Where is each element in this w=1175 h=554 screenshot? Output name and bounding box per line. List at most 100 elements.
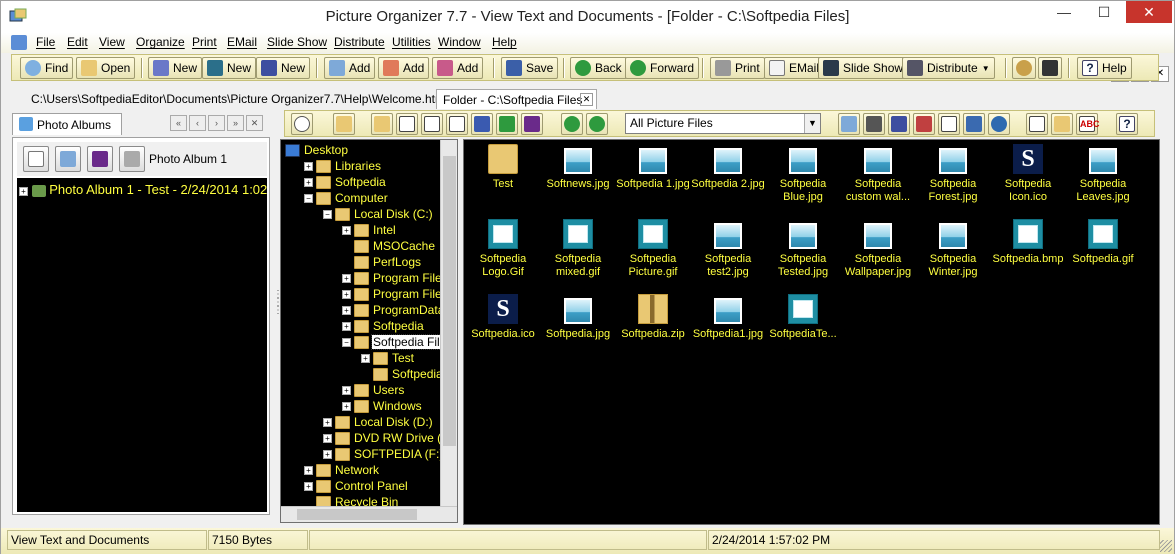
file-item[interactable]: Softpedia custom wal... (840, 144, 916, 204)
panel-splitter[interactable]: ⋮ ⋮ ⋮ (273, 290, 283, 331)
details-view-button[interactable] (446, 113, 468, 135)
expand-icon[interactable]: + (342, 321, 351, 331)
expand-icon[interactable]: + (342, 385, 351, 395)
file-item[interactable]: Test (465, 144, 541, 191)
close-button[interactable]: ✕ (1126, 1, 1172, 23)
add-distribution-button[interactable]: Add (432, 57, 484, 79)
panel-close-icon[interactable]: ✕ (246, 115, 263, 131)
file-item[interactable]: Softnews.jpg (540, 144, 616, 191)
file-item[interactable]: Softpedia 1.jpg (615, 144, 691, 191)
add-slideshow-button[interactable]: Add (378, 57, 430, 79)
tools-button[interactable] (1038, 57, 1062, 79)
tree-node[interactable]: + Local Disk (D:) (323, 414, 434, 430)
menu-distribute[interactable]: Distribute (334, 35, 385, 49)
menu-help[interactable]: Help (492, 35, 517, 49)
folder-forward-button[interactable] (586, 113, 608, 135)
file-item[interactable]: SoftpediaTe... (765, 294, 841, 341)
tree-node[interactable]: PerfLogs (342, 254, 422, 270)
file-item[interactable]: S Softpedia.ico (465, 294, 541, 341)
mdi-child-icon[interactable] (11, 35, 27, 50)
tree-horizontal-scrollbar[interactable] (281, 506, 457, 522)
tree-node[interactable]: + Softpedia (304, 174, 387, 190)
menu-slide-show[interactable]: Slide Show (267, 35, 327, 49)
view-video-button[interactable] (863, 113, 885, 135)
distribute-button[interactable]: Distribute ▼ (902, 57, 995, 79)
tree-node[interactable]: + Users (342, 382, 405, 398)
tree-node[interactable]: + Test (361, 350, 415, 366)
expand-icon[interactable]: + (304, 481, 313, 491)
file-item[interactable]: Softpedia.bmp (990, 219, 1066, 266)
tree-view-button[interactable] (471, 113, 493, 135)
expand-icon[interactable]: + (304, 177, 313, 187)
open-button[interactable]: Open (76, 57, 136, 79)
expand-icon[interactable]: + (304, 161, 313, 171)
file-item[interactable]: Softpedia.jpg (540, 294, 616, 341)
minimize-button[interactable]: — (1044, 1, 1084, 23)
file-item[interactable]: Softpedia Leaves.jpg (1065, 144, 1141, 204)
menu-view[interactable]: View (99, 35, 125, 49)
expand-icon[interactable]: + (323, 417, 332, 427)
tree-node[interactable]: + SOFTPEDIA (F:) (323, 446, 444, 462)
tree-node[interactable]: MSOCache (342, 238, 436, 254)
scrollbar-thumb[interactable] (297, 509, 417, 520)
tree-node[interactable]: Desktop (285, 142, 349, 158)
expand-icon[interactable]: + (19, 187, 28, 196)
tab-welcome[interactable]: C:\Users\SoftpediaEditor\Documents\Pictu… (25, 89, 451, 109)
expand-icon[interactable]: + (342, 401, 351, 411)
palette-button[interactable] (1012, 57, 1036, 79)
new-page-button[interactable] (23, 146, 49, 172)
resize-grip[interactable] (1160, 540, 1172, 552)
file-item[interactable]: Softpedia Wallpaper.jpg (840, 219, 916, 279)
file-item[interactable]: S Softpedia Icon.ico (990, 144, 1066, 204)
file-item[interactable]: Softpedia.gif (1065, 219, 1141, 266)
expand-icon[interactable]: + (342, 305, 351, 315)
view-web-button[interactable] (888, 113, 910, 135)
menu-file[interactable]: File (36, 35, 55, 49)
scrollbar-thumb[interactable] (443, 156, 456, 446)
collapse-icon[interactable]: − (323, 209, 332, 219)
tree-node[interactable]: − Local Disk (C:) (323, 206, 434, 222)
open-folder-button[interactable] (1051, 113, 1073, 135)
expand-icon[interactable]: + (342, 225, 351, 235)
view-table-button[interactable] (963, 113, 985, 135)
file-item[interactable]: Softpedia Winter.jpg (915, 219, 991, 279)
folder-help-button[interactable]: ? (1116, 113, 1138, 135)
export-button[interactable] (496, 113, 518, 135)
file-item[interactable]: Softpedia Picture.gif (615, 219, 691, 279)
filmstrip-view-button[interactable] (521, 113, 543, 135)
file-item[interactable]: Softpedia Tested.jpg (765, 219, 841, 279)
nav-last-icon[interactable]: » (227, 115, 244, 131)
tree-node[interactable]: + Windows (342, 398, 423, 414)
add-album-button[interactable]: Add (324, 57, 376, 79)
menu-edit[interactable]: Edit (67, 35, 88, 49)
file-item[interactable]: Softpedia1.jpg (690, 294, 766, 341)
expand-icon[interactable]: + (323, 433, 332, 443)
new-album-button[interactable]: New (148, 57, 203, 79)
menu-utilities[interactable]: Utilities (392, 35, 431, 49)
file-item[interactable]: Softpedia.zip (615, 294, 691, 341)
tab-folder[interactable]: Folder - C:\Softpedia Files ✕ (436, 89, 597, 109)
properties-button[interactable] (1026, 113, 1048, 135)
tree-node[interactable]: + Intel (342, 222, 397, 238)
file-item[interactable]: Softpedia Forest.jpg (915, 144, 991, 204)
tab-photo-albums[interactable]: Photo Albums (12, 113, 122, 135)
file-item[interactable]: Softpedia Blue.jpg (765, 144, 841, 204)
expand-icon[interactable]: + (323, 449, 332, 459)
save-button[interactable]: Save (501, 57, 559, 79)
album-print-button[interactable] (119, 146, 145, 172)
find-button[interactable]: Find (20, 57, 74, 79)
expand-icon[interactable]: + (342, 289, 351, 299)
slide-show-button[interactable]: Slide Show (818, 57, 909, 79)
tree-node[interactable]: + Control Panel (304, 478, 409, 494)
file-item[interactable]: Softpedia mixed.gif (540, 219, 616, 279)
tree-node[interactable]: + Softpedia (342, 318, 425, 334)
image-button[interactable] (55, 146, 81, 172)
file-type-filter[interactable]: All Picture Files ▼ (625, 113, 821, 134)
view-text-button[interactable] (938, 113, 960, 135)
folder-back-button[interactable] (561, 113, 583, 135)
file-item[interactable]: Softpedia 2.jpg (690, 144, 766, 191)
expand-icon[interactable]: + (304, 465, 313, 475)
tree-node[interactable]: − Computer (304, 190, 389, 206)
file-item[interactable]: Softpedia test2.jpg (690, 219, 766, 279)
filmstrip-button[interactable] (87, 146, 113, 172)
